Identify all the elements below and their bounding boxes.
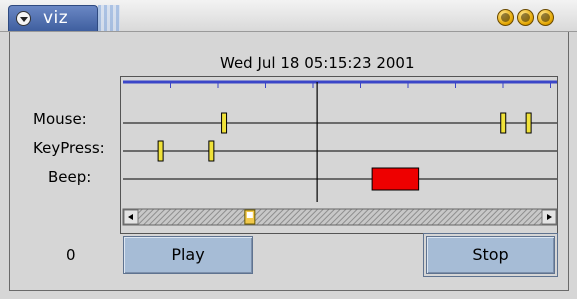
track-label-beep: Beep: <box>48 168 92 186</box>
stop-button[interactable]: Stop <box>423 233 558 277</box>
window-title: viz <box>43 8 69 28</box>
timeline-panel[interactable] <box>120 76 558 234</box>
event-marker <box>157 140 164 162</box>
minimize-icon[interactable] <box>497 9 514 26</box>
scrollbar-track <box>122 208 558 226</box>
close-icon[interactable] <box>537 9 554 26</box>
track-label-keypress: KeyPress: <box>33 139 105 157</box>
title-bar[interactable]: viz <box>0 0 577 32</box>
maximize-icon[interactable] <box>517 9 534 26</box>
timeline-canvas[interactable] <box>121 77 559 235</box>
timeline-scrollbar[interactable] <box>122 208 558 226</box>
time-ruler <box>123 80 557 88</box>
event-tracks <box>123 112 557 191</box>
window-title-tab[interactable]: viz <box>8 5 98 31</box>
event-marker <box>208 140 215 162</box>
event-marker <box>221 112 228 134</box>
beep-block <box>371 167 420 191</box>
title-tab-grip <box>98 5 120 31</box>
window-menu-icon[interactable] <box>16 11 31 26</box>
event-marker <box>525 112 532 134</box>
track-label-mouse: Mouse: <box>33 110 87 128</box>
event-counter: 0 <box>66 246 76 264</box>
timestamp-label: Wed Jul 18 05:15:23 2001 <box>220 54 415 72</box>
play-button[interactable]: Play <box>123 236 253 274</box>
scroll-thumb-grip <box>246 212 253 218</box>
event-marker <box>500 112 507 134</box>
